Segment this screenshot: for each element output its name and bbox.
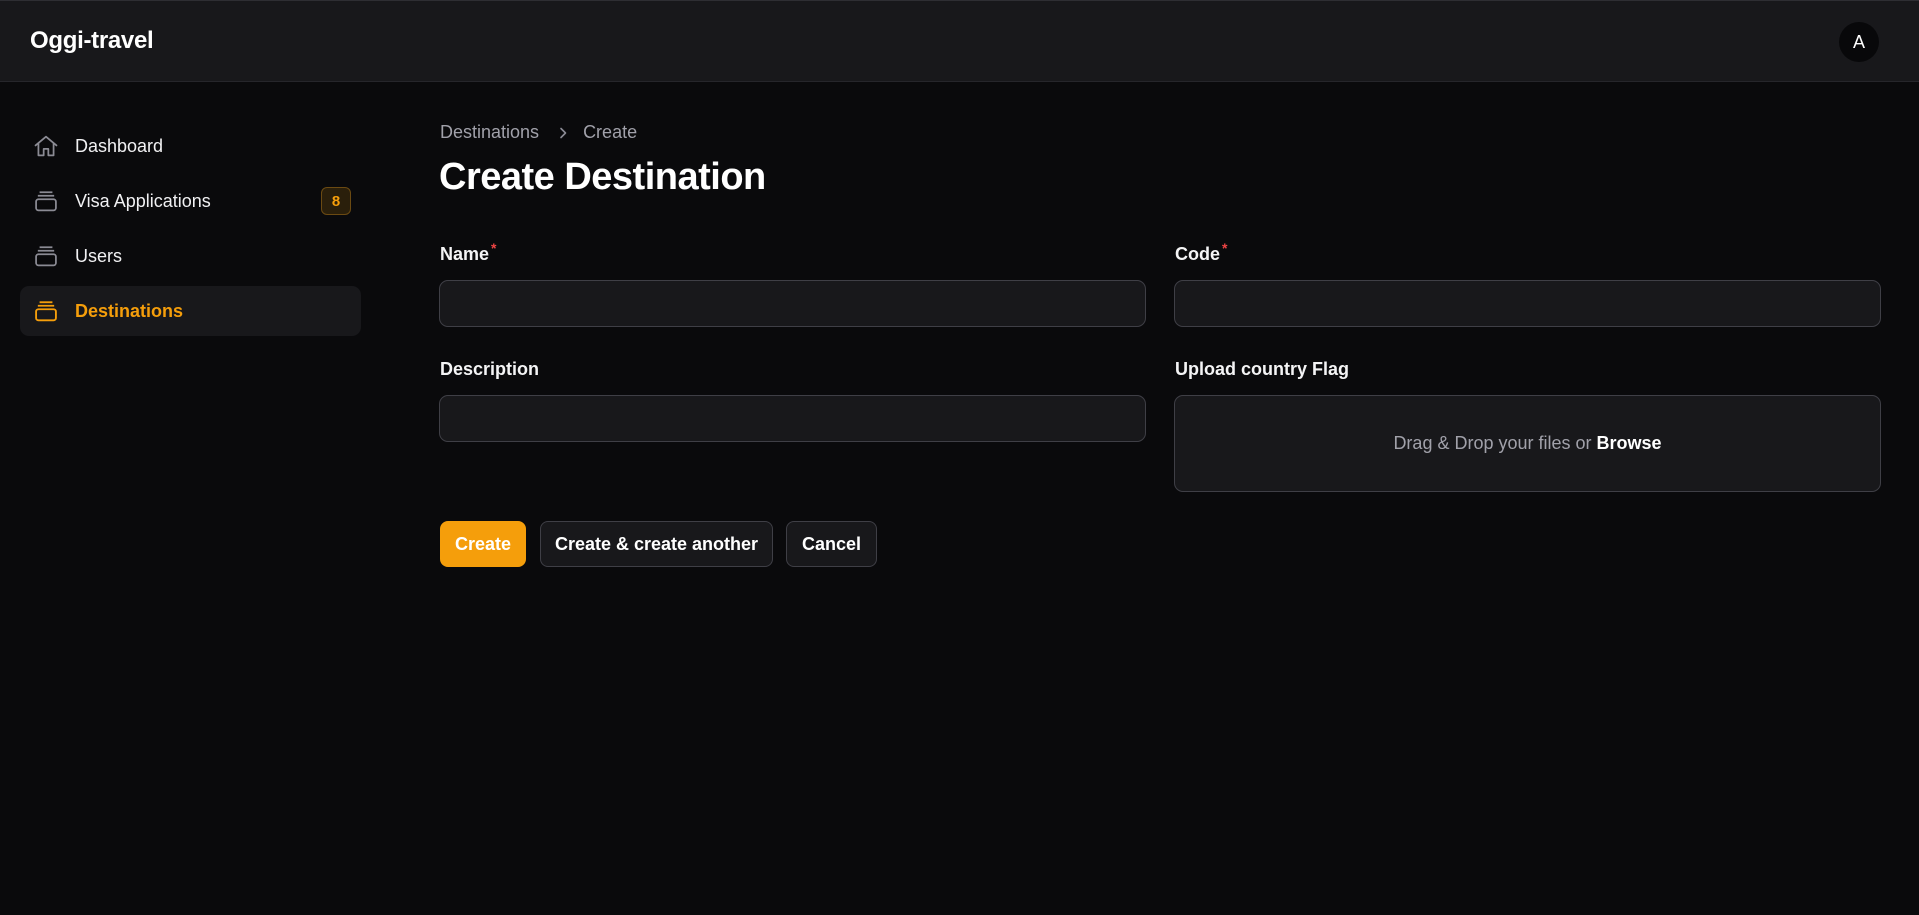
stack-icon — [32, 297, 60, 325]
code-input[interactable] — [1174, 280, 1881, 327]
breadcrumb-create: Create — [583, 122, 638, 142]
sidebar-item-users[interactable]: Users — [20, 231, 361, 281]
cancel-button[interactable]: Cancel — [786, 521, 877, 567]
user-avatar[interactable]: A — [1839, 22, 1879, 62]
flag-upload-label: Upload country Flag — [1175, 359, 1350, 379]
create-button[interactable]: Create — [440, 521, 526, 567]
home-icon — [32, 132, 60, 160]
description-label: Description — [440, 359, 540, 379]
sidebar-item-label: Dashboard — [75, 135, 164, 156]
browse-link[interactable]: Browse — [1597, 433, 1662, 454]
top-bar: Oggi-travel A — [0, 0, 1919, 82]
count-badge: 8 — [321, 187, 351, 215]
required-mark: * — [491, 240, 497, 256]
stack-icon — [32, 242, 60, 270]
page-title: Create Destination — [439, 156, 766, 198]
required-mark: * — [1222, 240, 1228, 256]
description-input[interactable] — [439, 395, 1146, 442]
breadcrumb-destinations[interactable]: Destinations — [440, 122, 539, 143]
sidebar-item-label: Visa Applications — [75, 190, 211, 211]
name-input[interactable] — [439, 280, 1146, 327]
breadcrumb: Destinations Create — [440, 122, 637, 143]
sidebar-item-visa-applications[interactable]: Visa Applications 8 — [20, 176, 361, 226]
flag-upload-dropzone[interactable]: Drag & Drop your files or Browse — [1174, 395, 1881, 492]
chevron-right-icon — [557, 126, 569, 140]
sidebar-item-dashboard[interactable]: Dashboard — [20, 121, 361, 171]
sidebar: Dashboard Visa Applications 8 Users Dest… — [20, 121, 361, 341]
stack-icon — [32, 187, 60, 215]
name-label: Name * — [440, 240, 496, 265]
code-label: Code * — [1175, 240, 1227, 265]
code-label-text: Code — [1175, 244, 1220, 264]
sidebar-item-label: Users — [75, 245, 123, 266]
name-label-text: Name — [440, 244, 490, 264]
brand-logo[interactable]: Oggi-travel — [30, 27, 154, 55]
sidebar-item-label: Destinations — [75, 300, 184, 321]
sidebar-item-destinations[interactable]: Destinations — [20, 286, 361, 336]
create-another-button[interactable]: Create & create another — [540, 521, 773, 567]
dropzone-prompt: Drag & Drop your files or — [1393, 433, 1592, 453]
